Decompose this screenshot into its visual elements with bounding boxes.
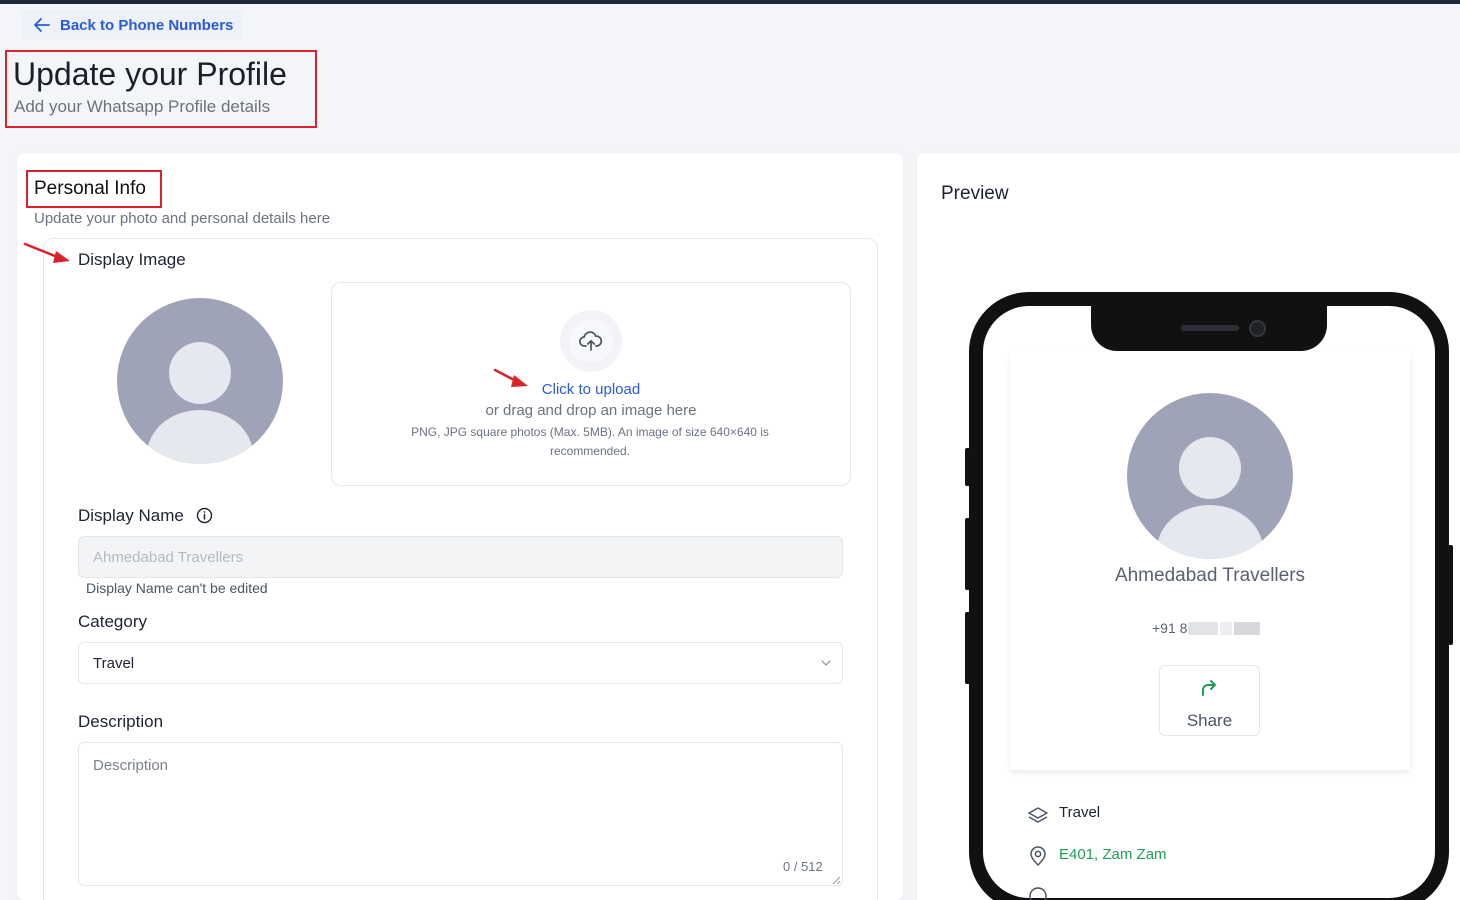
avatar-body xyxy=(1157,505,1263,559)
share-icon xyxy=(1202,680,1216,696)
phone-side-button xyxy=(965,448,970,486)
description-label: Description xyxy=(78,712,164,731)
description-char-counter: 0 / 512 xyxy=(783,859,823,874)
preview-display-name: Ahmedabad Travellers xyxy=(1114,565,1306,586)
redacted-phone-digits xyxy=(1234,622,1260,635)
redacted-phone-digits xyxy=(1188,622,1218,635)
upload-hint-text: PNG, JPG square photos (Max. 5MB). An im… xyxy=(411,425,769,458)
display-name-placeholder: Ahmedabad Travellers xyxy=(93,548,244,566)
personal-info-subtitle: Update your photo and personal details h… xyxy=(34,210,331,227)
display-name-field[interactable]: Ahmedabad Travellers xyxy=(78,536,843,578)
display-image-label: Display Image xyxy=(78,250,186,269)
display-name-help-text: Display Name can't be edited xyxy=(86,580,268,596)
cloud-upload-icon xyxy=(579,331,603,351)
upload-icon-circle xyxy=(560,310,622,372)
upload-drag-text: or drag and drop an image here xyxy=(485,402,697,419)
phone-speaker xyxy=(1181,325,1239,331)
top-bar xyxy=(0,0,1460,4)
click-to-upload-link[interactable]: Click to upload xyxy=(331,381,851,398)
phone-side-button xyxy=(965,518,970,590)
redacted-phone-digits xyxy=(1220,622,1232,635)
info-icon[interactable] xyxy=(196,507,213,524)
preview-avatar xyxy=(1127,393,1293,559)
phone-camera xyxy=(1249,320,1266,337)
page-title: Update your Profile xyxy=(13,56,287,92)
annotation-arrow-icon xyxy=(23,242,70,263)
chevron-down-icon xyxy=(821,660,831,666)
display-image-avatar xyxy=(117,298,283,464)
avatar-head xyxy=(169,342,231,404)
share-label: Share xyxy=(1186,711,1233,730)
location-pin-icon xyxy=(1030,846,1046,867)
arrow-left-icon xyxy=(34,18,50,32)
personal-info-title: Personal Info xyxy=(34,178,146,199)
display-name-label: Display Name xyxy=(78,506,184,525)
page-subtitle: Add your Whatsapp Profile details xyxy=(14,97,271,116)
preview-phone-number: +91 8 xyxy=(1152,620,1188,636)
category-label: Category xyxy=(78,612,147,631)
description-placeholder: Description xyxy=(93,757,169,774)
layers-icon xyxy=(1028,807,1048,823)
phone-side-button xyxy=(965,612,970,684)
phone-side-button xyxy=(1448,545,1453,645)
globe-icon xyxy=(1029,887,1047,900)
back-to-phone-numbers-link[interactable]: Back to Phone Numbers xyxy=(22,10,244,40)
category-select[interactable]: Travel xyxy=(78,642,843,684)
avatar-head xyxy=(1179,437,1241,499)
avatar-body xyxy=(147,410,253,464)
preview-title: Preview xyxy=(941,183,1009,204)
click-to-upload-label[interactable]: Click to upload xyxy=(542,381,640,398)
category-selected-value: Travel xyxy=(93,654,135,672)
preview-category: Travel xyxy=(1059,804,1101,821)
preview-address: E401, Zam Zam xyxy=(1059,846,1167,863)
back-link-label: Back to Phone Numbers xyxy=(60,16,234,34)
description-textarea[interactable]: Description xyxy=(78,742,843,886)
resize-handle-icon[interactable] xyxy=(832,876,841,885)
